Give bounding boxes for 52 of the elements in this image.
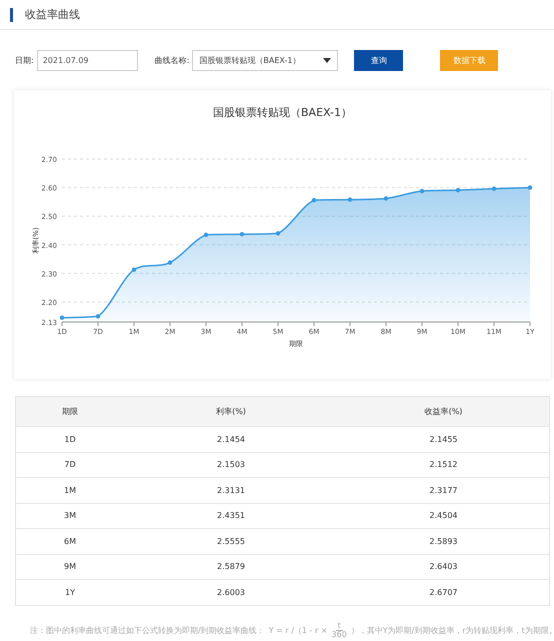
curve-dropdown[interactable]: 国股银票转贴现（BAEX-1） xyxy=(192,50,338,70)
data-point xyxy=(168,260,172,265)
data-point xyxy=(132,267,136,272)
column-header: 期限 xyxy=(61,406,79,417)
table-cell-text: 2.5893 xyxy=(428,536,458,546)
date-field[interactable]: 2021.07.09 xyxy=(36,50,138,70)
data-point xyxy=(204,232,208,237)
table-cell-text: 2.4504 xyxy=(428,511,458,520)
table-cell-text: 2.1455 xyxy=(428,434,458,444)
section-title: 收益率曲线 xyxy=(25,7,80,22)
table-cell-text: 3M xyxy=(63,511,77,520)
date-label: 日期: xyxy=(15,54,34,66)
table-cell-text: 1D xyxy=(63,434,77,444)
data-point xyxy=(60,316,64,320)
data-point xyxy=(96,314,100,318)
table-cell-text: 1Y xyxy=(64,588,76,597)
table-cell-text: 2.3131 xyxy=(216,486,246,495)
table-cell-text: 6M xyxy=(63,536,77,546)
formula-numerator: t xyxy=(336,622,343,630)
table-cell-text: 2.6403 xyxy=(428,562,458,572)
data-point xyxy=(384,196,388,201)
table-cell-text: 2.6003 xyxy=(216,588,246,597)
table-cell-text: 9M xyxy=(63,562,77,572)
data-point xyxy=(312,198,316,202)
data-point xyxy=(492,186,496,191)
accent-bar xyxy=(10,8,13,22)
formula-text: ），其中Y为即期/到期收益率，r为转贴现利率，t为期限。 xyxy=(350,624,554,636)
formula-text: Y = r /（1 - r × xyxy=(268,624,328,636)
chart-title: 国股银票转贴现（BAEX-1） xyxy=(213,106,352,119)
caret-icon xyxy=(323,58,332,62)
column-header: 利率(%) xyxy=(215,406,247,417)
table-cell-text: 2.6707 xyxy=(428,588,458,597)
curve-label: 曲线名称: xyxy=(154,54,190,66)
formula-denominator: 360 xyxy=(332,630,347,638)
table-cell-text: 2.3177 xyxy=(428,486,458,495)
query-button[interactable]: 查询 xyxy=(354,50,404,70)
table-cell-text: 7D xyxy=(63,460,77,470)
table-cell-text: 1M xyxy=(63,486,77,495)
table-cell-text: 2.5879 xyxy=(216,562,246,572)
table-cell-text: 2.4351 xyxy=(216,511,246,520)
table-cell-text: 2.5555 xyxy=(216,536,246,546)
table-cell-text: 2.1454 xyxy=(216,434,246,444)
table-cell-text: 2.1503 xyxy=(216,460,246,470)
note-text: 注：图中的利率曲线可通过如下公式转换为即期/到期收益率曲线： xyxy=(30,624,265,636)
column-header: 收益率(%) xyxy=(424,406,464,417)
table-cell-text: 2.1512 xyxy=(428,460,458,470)
data-point xyxy=(276,231,280,236)
data-point xyxy=(240,232,244,236)
data-point xyxy=(528,185,532,190)
data-point xyxy=(456,188,460,192)
data-point xyxy=(348,197,352,202)
data-point xyxy=(420,188,424,194)
